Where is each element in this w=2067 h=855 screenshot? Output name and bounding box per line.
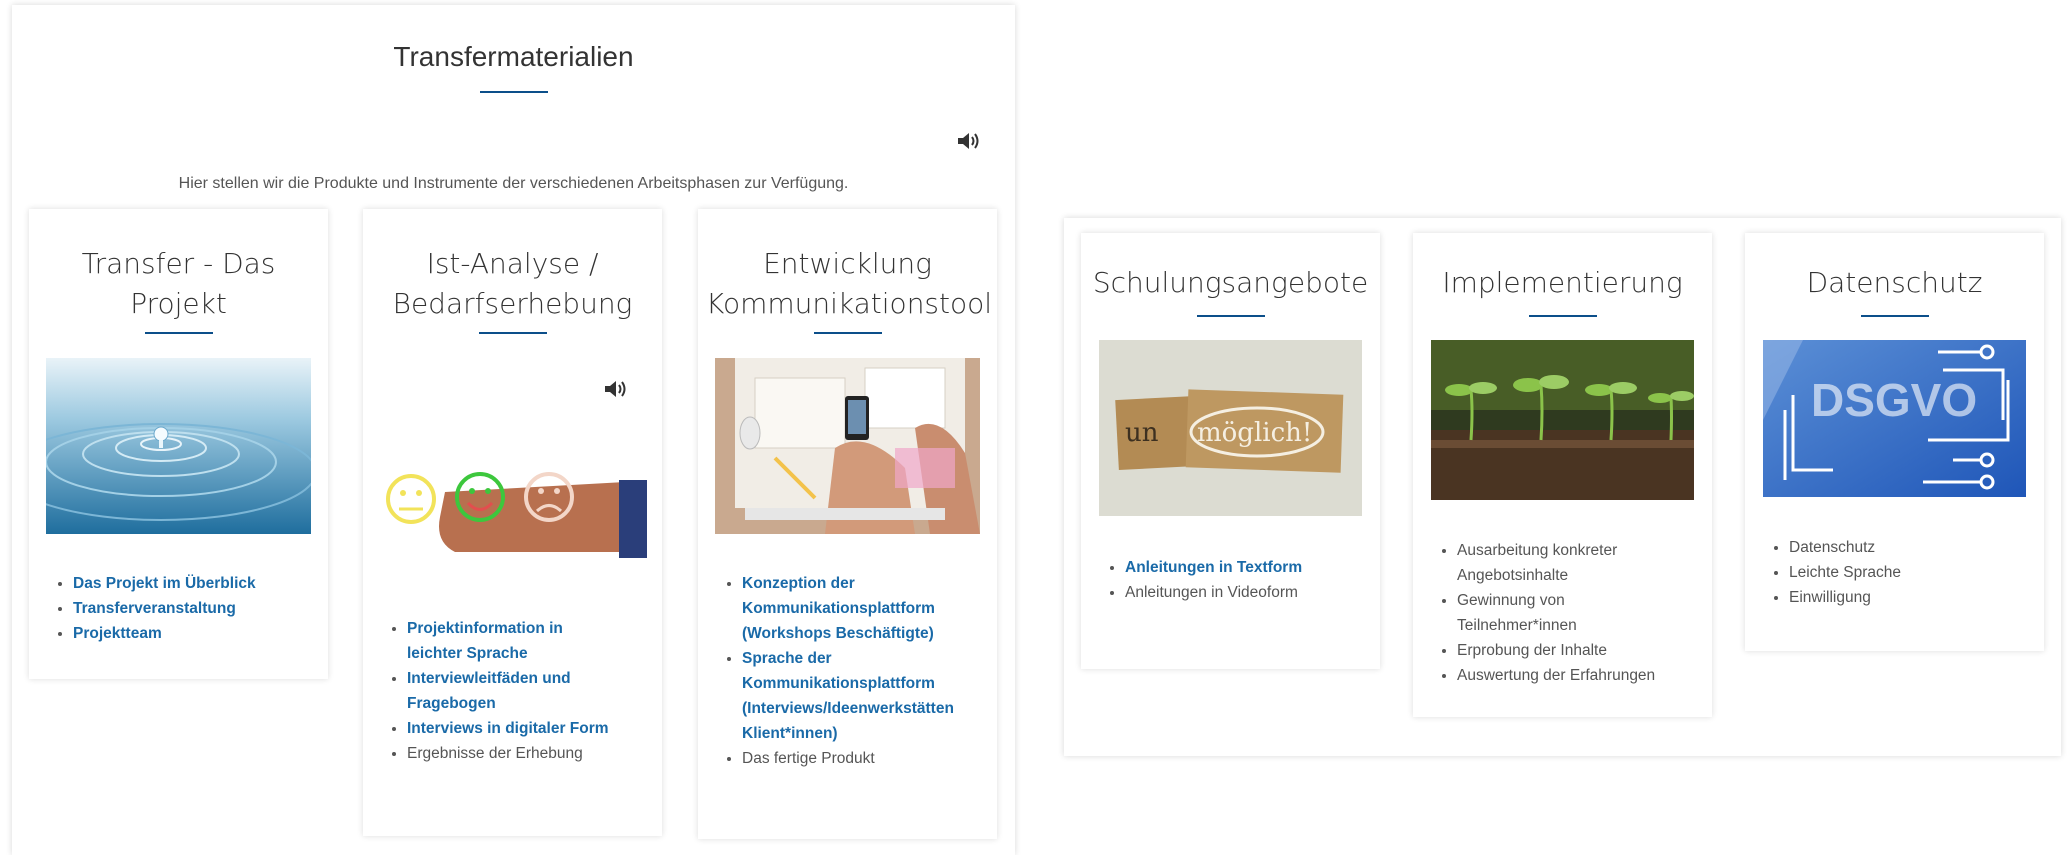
list-item: Das Projekt im Überblick — [73, 571, 256, 596]
card-underline — [478, 332, 547, 334]
card-title-line: Transfer - Das — [81, 247, 276, 280]
card-link-list: Das Projekt im Überblick Transferveranst… — [29, 571, 256, 646]
list-item: Projektinformation in leichter Sprache — [407, 616, 609, 666]
seedlings-image — [1431, 340, 1694, 500]
link-projektteam[interactable]: Projektteam — [73, 625, 162, 642]
image-text: un — [1125, 418, 1159, 448]
list-item: Ergebnisse der Erhebung — [407, 741, 609, 766]
link-line: Projektinformation in — [407, 620, 563, 637]
desk-work-image — [715, 358, 980, 534]
link-line: Kommunikationsplattform — [742, 675, 935, 692]
card-ist-analyse: Ist-Analyse / Bedarfserhebung • Projekti… — [363, 209, 662, 836]
list-item: Datenschutz — [1789, 535, 1901, 560]
card-title: Entwicklung Kommunikationstool — [706, 244, 993, 324]
link-line: Klient*innen) — [742, 725, 838, 742]
list-item-text: Auswertung der Erfahrungen — [1457, 667, 1656, 684]
water-drop-image — [46, 358, 311, 534]
link-line: (Interviews/Ideenwerkstätten — [742, 700, 954, 717]
card-underline — [813, 332, 882, 334]
list-item: Sprache der Kommunikationsplattform (Inter… — [742, 646, 954, 746]
card-underline — [144, 332, 213, 334]
card-schulungsangebote: Schulungsangebote un möglich! Anleitunge… — [1081, 233, 1380, 669]
image-text: möglich! — [1197, 418, 1312, 448]
link-line: Interviewleitfäden und — [407, 670, 571, 687]
unmoeglich-image: un möglich! — [1099, 340, 1362, 516]
list-item: Erprobung der Inhalte — [1457, 638, 1655, 663]
list-item: Leichte Sprache — [1789, 560, 1901, 585]
list-item: Projektteam — [73, 621, 256, 646]
card-title: Transfer - Das Projekt — [37, 244, 320, 324]
list-item: Das fertige Produkt — [742, 746, 954, 771]
list-item-text: Leichte Sprache — [1789, 564, 1902, 581]
list-item: Ausarbeitung konkreter Angebotsinhalte — [1457, 538, 1655, 588]
list-item-line: Ausarbeitung konkreter — [1457, 542, 1618, 559]
title-underline — [479, 91, 548, 93]
card-link-list: Datenschutz Leichte Sprache Einwilligung — [1745, 535, 1901, 610]
list-item: Gewinnung von Teilnehmer*innen — [1457, 588, 1655, 638]
card-entwicklung: Entwicklung Kommunikationstool Konzeptio… — [698, 209, 997, 839]
list-item-line: Angebotsinhalte — [1457, 567, 1569, 584]
speaker-icon[interactable] — [956, 131, 980, 156]
card-title: Datenschutz — [1806, 266, 1983, 299]
list-item-text: Ausarbeitung konkreter Angebotsinhalte — [1457, 542, 1617, 584]
card-underline — [1528, 315, 1597, 317]
card-title-line: Ist-Analyse / — [426, 247, 599, 280]
speaker-icon[interactable] — [603, 379, 627, 404]
link-line: leichter Sprache — [407, 645, 528, 662]
list-item-text: Einwilligung — [1789, 589, 1871, 606]
list-item: Einwilligung — [1789, 585, 1901, 610]
link-line: Kommunikationsplattform — [742, 600, 935, 617]
card-title-line: Bedarfserhebung — [392, 287, 633, 320]
link-line: Sprache der — [742, 650, 832, 667]
list-item: Interviewleitfäden und Fragebogen — [407, 666, 609, 716]
link-projekt-ueberblick[interactable]: Das Projekt im Überblick — [73, 575, 256, 592]
list-item-text: Gewinnung von Teilnehmer*innen — [1457, 592, 1577, 634]
link-projektinformation[interactable]: Projektinformation in leichter Sprache — [407, 620, 563, 662]
card-underline — [1196, 315, 1265, 317]
list-item-line: Teilnehmer*innen — [1457, 617, 1577, 634]
card-title: Ist-Analyse / Bedarfserhebung — [371, 244, 654, 324]
list-item: Anleitungen in Textform — [1125, 555, 1302, 580]
card-transfer-projekt: Transfer - Das Projekt • Das Projekt im … — [29, 209, 328, 679]
intro-text: Hier stellen wir die Produkte und Instru… — [178, 175, 849, 192]
card-datenschutz: Datenschutz DSGVO • Datenschutz • Leicht… — [1745, 233, 2044, 651]
list-item: Anleitungen in Videoform — [1125, 580, 1302, 605]
list-item: Transferveranstaltung — [73, 596, 256, 621]
smiley-rating-image — [385, 462, 647, 558]
list-item-text: Das fertige Produkt — [742, 750, 875, 767]
list-item: Konzeption der Kommunikationsplattform (Wo… — [742, 571, 954, 646]
list-item-text: Datenschutz — [1789, 539, 1876, 556]
link-transferveranstaltung[interactable]: Transferveranstaltung — [73, 600, 236, 617]
card-implementierung: Implementierung • Ausarbeitung konkreter… — [1413, 233, 1712, 717]
card-title: Implementierung — [1442, 266, 1683, 299]
card-link-list: Ausarbeitung konkreter Angebotsinhalte Ge… — [1413, 538, 1655, 688]
link-konzeption[interactable]: Konzeption der Kommunikationsplattform (Wo… — [742, 575, 935, 642]
card-link-list: Projektinformation in leichter Sprache In… — [363, 616, 609, 766]
left-panel: Transfermaterialien Hier stellen wir die… — [12, 5, 1015, 855]
card-title-line: Projekt — [130, 287, 227, 320]
link-line: (Workshops Beschäftigte) — [742, 625, 934, 642]
list-item-text: Anleitungen in Videoform — [1125, 584, 1298, 601]
image-text: DSGVO — [1811, 374, 1977, 426]
link-anleitungen-text[interactable]: Anleitungen in Textform — [1125, 559, 1302, 576]
card-link-list: Anleitungen in Textform Anleitungen in V… — [1081, 555, 1302, 605]
link-line: Konzeption der — [742, 575, 855, 592]
list-item-text: Ergebnisse der Erhebung — [407, 745, 583, 762]
link-line: Fragebogen — [407, 695, 496, 712]
link-interviewleitfaeden[interactable]: Interviewleitfäden und Fragebogen — [407, 670, 571, 712]
section-title: Transfermaterialien — [393, 41, 634, 72]
card-link-list: Konzeption der Kommunikationsplattform (Wo… — [698, 571, 954, 771]
link-sprache[interactable]: Sprache der Kommunikationsplattform (Inter… — [742, 650, 954, 742]
card-underline — [1860, 315, 1929, 317]
list-item-text: Erprobung der Inhalte — [1457, 642, 1607, 659]
card-title: Schulungsangebote — [1092, 266, 1369, 299]
card-title-line: Kommunikationstool — [706, 287, 993, 320]
dsgvo-image: DSGVO — [1763, 340, 2026, 497]
link-interviews-digital[interactable]: Interviews in digitaler Form — [407, 720, 609, 737]
card-title-line: Entwicklung — [763, 247, 932, 280]
list-item: Interviews in digitaler Form — [407, 716, 609, 741]
list-item-line: Gewinnung von — [1457, 592, 1565, 609]
list-item: Auswertung der Erfahrungen — [1457, 663, 1655, 688]
right-panel: Schulungsangebote un möglich! Anleitunge… — [1064, 218, 2061, 756]
